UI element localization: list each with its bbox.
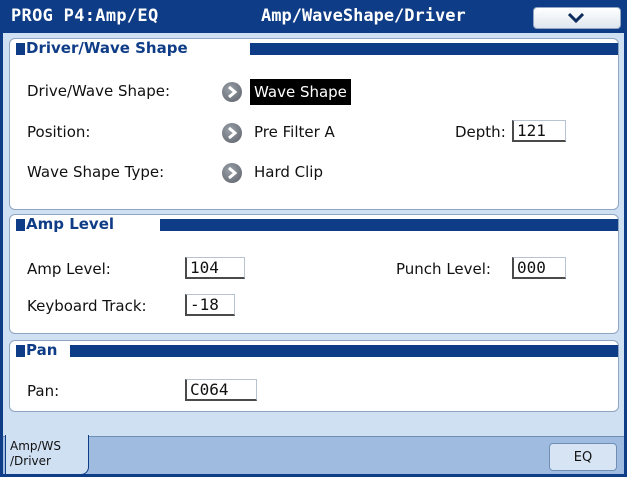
position-label: Position: [27,123,91,141]
wave-shape-type-popup-button[interactable] [222,163,242,183]
keyboard-track-label: Keyboard Track: [27,297,147,315]
panel-header: Pan [10,341,618,359]
arrow-right-icon [228,127,237,139]
punch-level-label: Punch Level: [396,260,491,278]
driver-wave-shape-panel: Driver/Wave Shape Drive/Wave Shape: Wave… [9,38,619,210]
tab-amp-ws-driver[interactable]: Amp/WS /Driver [5,435,89,475]
arrow-right-icon [228,167,237,179]
section-title: Amp Level [26,215,117,233]
section-title: Pan [26,341,60,359]
drive-wave-shape-value[interactable]: Wave Shape [250,79,351,105]
amp-level-label: Amp Level: [27,260,111,278]
tab-label-line1: Amp/WS [10,439,62,453]
punch-level-field[interactable]: 000 [512,257,566,279]
title-bar: PROG P4:Amp/EQ Amp/WaveShape/Driver [3,3,624,33]
arrow-right-icon [228,86,237,98]
panel-header: Amp Level [10,215,618,233]
pan-panel: Pan Pan: C064 [9,340,619,412]
position-value[interactable]: Pre Filter A [254,123,335,141]
page-title: PROG P4:Amp/EQ [11,6,159,26]
pan-label: Pan: [27,382,60,400]
screen: PROG P4:Amp/EQ Amp/WaveShape/Driver Driv… [0,0,627,477]
depth-label: Depth: [455,123,506,141]
tab-eq[interactable]: EQ [549,443,617,471]
drive-wave-shape-popup-button[interactable] [222,82,242,102]
wave-shape-type-value[interactable]: Hard Clip [254,163,323,181]
tab-bar: Amp/WS /Driver EQ [3,435,624,475]
chevron-down-icon [568,13,584,23]
drive-wave-shape-label: Drive/Wave Shape: [27,82,171,100]
position-popup-button[interactable] [222,123,242,143]
tab-label-line2: /Driver [10,454,51,468]
pan-field[interactable]: C064 [185,379,257,401]
depth-field[interactable]: 121 [512,120,566,142]
page-menu-button[interactable] [533,7,621,29]
amp-level-field[interactable]: 104 [185,257,245,279]
page-subtitle: Amp/WaveShape/Driver [261,6,466,26]
section-title: Driver/Wave Shape [26,39,190,57]
amp-level-panel: Amp Level Amp Level: 104 Punch Level: 00… [9,214,619,334]
keyboard-track-field[interactable]: -18 [185,294,235,316]
panel-header: Driver/Wave Shape [10,39,618,57]
wave-shape-type-label: Wave Shape Type: [27,163,165,181]
